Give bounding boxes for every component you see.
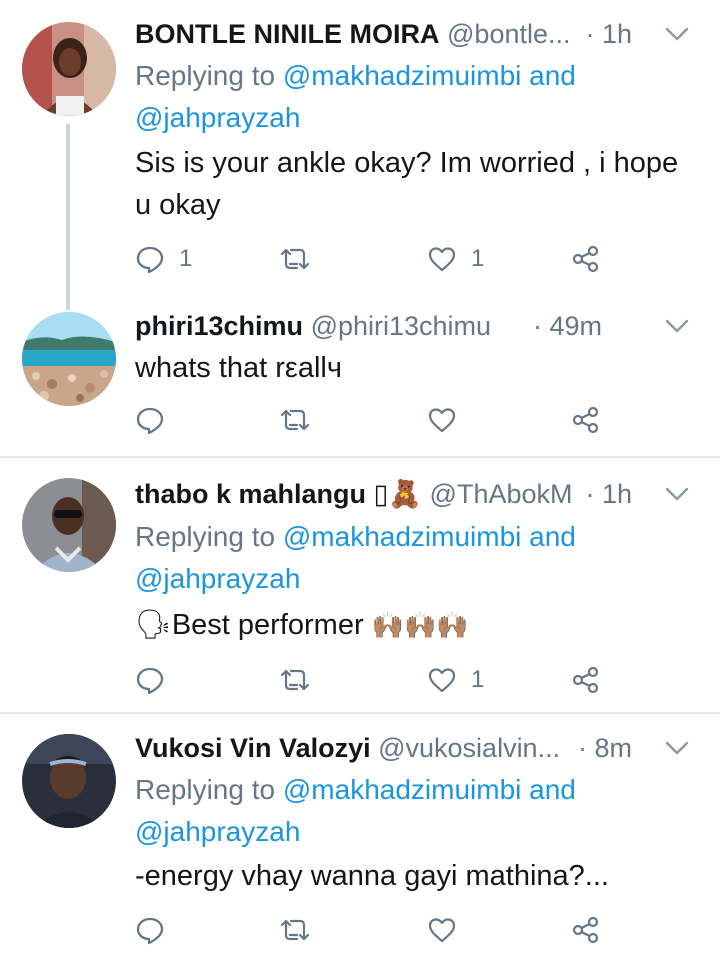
like-count: 1 <box>471 245 485 272</box>
like-button[interactable] <box>427 910 457 950</box>
retweet-button[interactable] <box>280 239 310 279</box>
tweet-header: phiri13chimu @phiri13chimu · 49m <box>135 306 690 346</box>
tweet-bontle[interactable]: BONTLE NINILE MOIRA @bontle... · 1h Repl… <box>0 0 720 310</box>
tweet-text-line: -energy vhay wanna gayi mathina?... <box>135 860 609 892</box>
heart-icon <box>428 668 456 693</box>
retweet-icon <box>280 669 310 691</box>
timestamp[interactable]: · 49m <box>532 306 602 346</box>
chevron-down-icon[interactable] <box>664 738 690 758</box>
chevron-down-icon[interactable] <box>664 484 690 504</box>
avatar[interactable] <box>22 22 116 116</box>
tweet-actions <box>135 400 615 440</box>
display-name[interactable]: BONTLE NINILE MOIRA <box>135 19 440 49</box>
chevron-down-icon[interactable] <box>664 316 690 336</box>
replying-to-cont: @jahprayzah <box>135 811 300 853</box>
share-button[interactable] <box>571 910 601 950</box>
thread-line <box>66 124 70 310</box>
mention-link[interactable]: @makhadzimuimbi <box>283 521 522 552</box>
share-button[interactable] <box>571 239 601 279</box>
reply-icon <box>136 246 164 274</box>
replying-to: Replying to @makhadzimuimbi and <box>135 769 576 811</box>
tweet-text-line: whats that rεallч <box>135 352 342 384</box>
mention-link[interactable]: @makhadzimuimbi <box>283 774 522 805</box>
tweet-text-line: Sis is your ankle okay? Im worried , i h… <box>135 147 679 179</box>
tweet-thabo[interactable]: thabo k mahlangu ▯🧸 @ThAbokM · 1h Replyi… <box>0 458 720 712</box>
user-handle[interactable]: @vukosialvin... <box>378 733 560 763</box>
reply-icon <box>136 917 164 945</box>
replying-to-cont: @jahprayzah <box>135 97 300 139</box>
speaking-head-emoji: 🗣 <box>135 609 172 641</box>
replying-to-label: Replying to <box>135 60 276 91</box>
replying-to: Replying to @makhadzimuimbi and <box>135 55 576 97</box>
mention-and[interactable]: and <box>529 521 576 552</box>
tweet-text: 🗣Best performer 🙌🏽🙌🏽🙌🏽 <box>135 604 690 646</box>
mention-link[interactable]: @makhadzimuimbi <box>283 60 522 91</box>
display-name[interactable]: thabo k mahlangu <box>135 479 366 509</box>
tweet-actions: 1 1 <box>135 239 615 279</box>
replying-to-label: Replying to <box>135 521 276 552</box>
tweet-header: BONTLE NINILE MOIRA @bontle... · 1h <box>135 14 690 54</box>
tweet-header: thabo k mahlangu ▯🧸 @ThAbokM · 1h <box>135 474 690 514</box>
reply-button[interactable] <box>135 660 165 700</box>
tweet-text-line: u okay <box>135 189 221 221</box>
heart-icon <box>428 247 456 272</box>
tweet-text: Sis is your ankle okay? Im worried , i h… <box>135 142 690 226</box>
heart-icon <box>428 918 456 943</box>
share-icon <box>572 245 599 273</box>
tweet-phiri[interactable]: phiri13chimu @phiri13chimu · 49m whats t… <box>0 300 720 456</box>
mention-link[interactable]: @jahprayzah <box>135 816 300 847</box>
share-icon <box>572 406 599 434</box>
share-icon <box>572 666 599 694</box>
chevron-down-icon[interactable] <box>664 24 690 44</box>
tweet-vukosi[interactable]: Vukosi Vin Valozyi @vukosialvin... · 8m … <box>0 714 720 960</box>
display-name[interactable]: Vukosi Vin Valozyi <box>135 733 371 763</box>
user-handle[interactable]: @bontle... <box>447 19 570 49</box>
mention-and[interactable]: and <box>529 60 576 91</box>
tweet-text: whats that rεallч <box>135 347 690 389</box>
mention-link[interactable]: @jahprayzah <box>135 102 300 133</box>
reply-button[interactable] <box>135 910 165 950</box>
user-handle[interactable]: @ThAbokM <box>430 479 573 509</box>
like-button[interactable]: 1 <box>427 660 484 700</box>
clap-emoji: 🙌🏽🙌🏽🙌🏽 <box>371 610 469 640</box>
heart-icon <box>428 408 456 433</box>
retweet-icon <box>280 919 310 941</box>
replying-to-label: Replying to <box>135 774 276 805</box>
like-count: 1 <box>471 666 485 693</box>
retweet-button[interactable] <box>280 400 310 440</box>
user-handle[interactable]: @phiri13chimu <box>311 311 491 341</box>
mention-and[interactable]: and <box>529 774 576 805</box>
retweet-icon <box>280 248 310 270</box>
timestamp[interactable]: · 1h <box>585 14 632 54</box>
retweet-button[interactable] <box>280 910 310 950</box>
tweet-text-line: Best performer <box>171 609 364 641</box>
reply-button[interactable]: 1 <box>135 239 192 279</box>
reply-button[interactable] <box>135 400 165 440</box>
share-button[interactable] <box>571 660 601 700</box>
display-name[interactable]: phiri13chimu <box>135 311 303 341</box>
name-emoji: ▯🧸 <box>373 479 423 509</box>
like-button[interactable]: 1 <box>427 239 484 279</box>
retweet-icon <box>280 409 310 431</box>
tweet-actions: 1 <box>135 660 615 700</box>
tweet-header: Vukosi Vin Valozyi @vukosialvin... · 8m <box>135 728 690 768</box>
reply-icon <box>136 407 164 435</box>
avatar[interactable] <box>22 734 116 828</box>
replying-to-cont: @jahprayzah <box>135 558 300 600</box>
reply-count: 1 <box>179 245 193 272</box>
tweet-text: -energy vhay wanna gayi mathina?... <box>135 855 690 897</box>
reply-icon <box>136 667 164 695</box>
avatar[interactable] <box>22 312 116 406</box>
share-button[interactable] <box>571 400 601 440</box>
avatar[interactable] <box>22 478 116 572</box>
timestamp[interactable]: · 8m <box>578 728 632 768</box>
retweet-button[interactable] <box>280 660 310 700</box>
timestamp[interactable]: · 1h <box>585 474 632 514</box>
replying-to: Replying to @makhadzimuimbi and <box>135 516 576 558</box>
mention-link[interactable]: @jahprayzah <box>135 563 300 594</box>
tweet-actions <box>135 910 615 950</box>
like-button[interactable] <box>427 400 457 440</box>
share-icon <box>572 916 599 944</box>
